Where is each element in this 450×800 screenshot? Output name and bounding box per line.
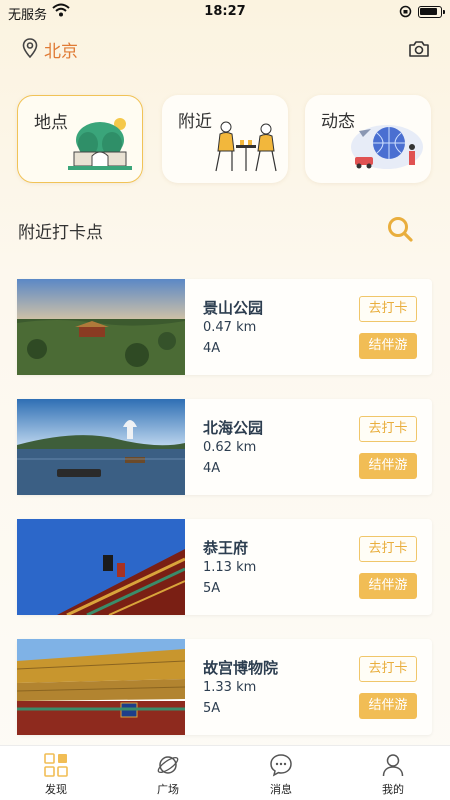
place-photo-jingshan bbox=[17, 279, 185, 375]
camera-button[interactable] bbox=[408, 40, 430, 62]
search-button[interactable] bbox=[386, 215, 414, 247]
place-name: 景山公园 bbox=[203, 299, 264, 317]
list-item[interactable]: 北海公园 0.62 km 4A 去打卡 结伴游 bbox=[17, 399, 432, 495]
checkin-button[interactable]: 去打卡 bbox=[359, 416, 417, 442]
place-distance: 0.47 km bbox=[203, 320, 257, 335]
travel-together-button[interactable]: 结伴游 bbox=[359, 573, 417, 599]
place-distance: 0.62 km bbox=[203, 440, 257, 455]
checkin-button[interactable]: 去打卡 bbox=[359, 296, 417, 322]
place-photo-prince-gong bbox=[17, 519, 185, 615]
chat-bubble-icon bbox=[269, 753, 293, 781]
rotation-lock-icon bbox=[399, 5, 412, 22]
category-card-places[interactable]: 地点 bbox=[17, 95, 143, 183]
tab-label: 消息 bbox=[270, 783, 292, 796]
checkin-button[interactable]: 去打卡 bbox=[359, 536, 417, 562]
tab-discover[interactable]: 发现 bbox=[0, 746, 112, 800]
status-bar: 无服务 18:27 bbox=[0, 0, 450, 24]
list-item[interactable]: 景山公园 0.47 km 4A 去打卡 结伴游 bbox=[17, 279, 432, 375]
category-card-nearby[interactable]: 附近 bbox=[162, 95, 288, 183]
location-pin-icon bbox=[22, 37, 38, 62]
tab-label: 广场 bbox=[157, 783, 179, 796]
place-rating-level: 5A bbox=[203, 701, 221, 716]
tab-label: 我的 bbox=[382, 783, 404, 796]
place-distance: 1.33 km bbox=[203, 680, 257, 695]
travel-together-button[interactable]: 结伴游 bbox=[359, 453, 417, 479]
place-rating-level: 4A bbox=[203, 341, 221, 356]
category-label: 地点 bbox=[34, 113, 68, 133]
clock: 18:27 bbox=[204, 4, 246, 19]
place-photo-palace-museum bbox=[17, 639, 185, 735]
section-title: 附近打卡点 bbox=[18, 223, 103, 243]
place-name: 恭王府 bbox=[203, 539, 249, 557]
place-rating-level: 5A bbox=[203, 581, 221, 596]
place-photo-beihai bbox=[17, 399, 185, 495]
place-distance: 1.13 km bbox=[203, 560, 257, 575]
travel-together-button[interactable]: 结伴游 bbox=[359, 693, 417, 719]
tab-square[interactable]: 广场 bbox=[112, 746, 224, 800]
globe-travel-illustration bbox=[349, 117, 425, 179]
place-name: 故宫博物院 bbox=[203, 659, 279, 677]
city-label: 北京 bbox=[44, 42, 78, 62]
list-item[interactable]: 恭王府 1.13 km 5A 去打卡 结伴游 bbox=[17, 519, 432, 615]
category-label: 附近 bbox=[178, 112, 212, 132]
discover-icon bbox=[44, 753, 68, 781]
battery-icon bbox=[418, 6, 445, 18]
location-selector[interactable]: 北京 bbox=[22, 37, 78, 62]
bottom-tab-bar: 发现 广场 消息 我的 bbox=[0, 745, 450, 800]
travel-together-button[interactable]: 结伴游 bbox=[359, 333, 417, 359]
search-icon bbox=[386, 217, 414, 247]
checkin-button[interactable]: 去打卡 bbox=[359, 656, 417, 682]
tab-label: 发现 bbox=[45, 783, 67, 796]
category-card-feed[interactable]: 动态 bbox=[305, 95, 431, 183]
park-gate-illustration bbox=[64, 114, 136, 178]
list-item[interactable]: 故宫博物院 1.33 km 5A 去打卡 结伴游 bbox=[17, 639, 432, 735]
place-name: 北海公园 bbox=[203, 419, 264, 437]
place-rating-level: 4A bbox=[203, 461, 221, 476]
person-icon bbox=[381, 753, 405, 781]
tab-profile[interactable]: 我的 bbox=[337, 746, 449, 800]
tab-messages[interactable]: 消息 bbox=[225, 746, 337, 800]
camera-icon bbox=[408, 41, 430, 62]
planet-icon bbox=[156, 753, 180, 781]
people-cafe-illustration bbox=[210, 117, 282, 179]
